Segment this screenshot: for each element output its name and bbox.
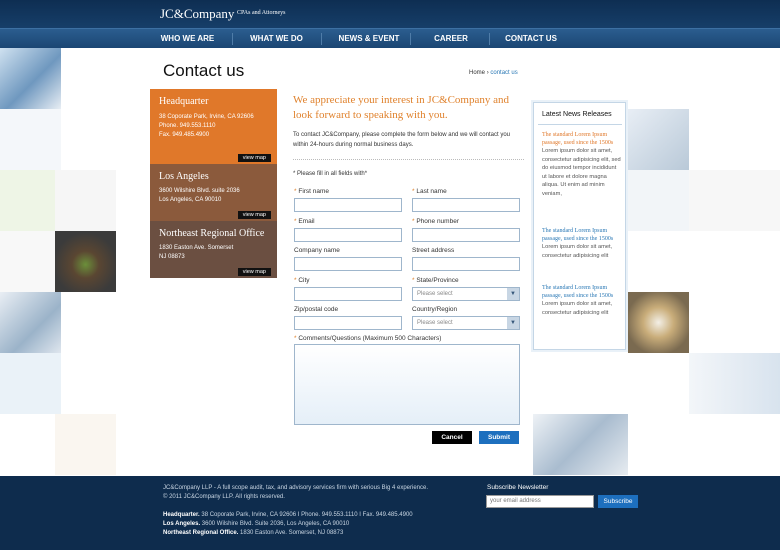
view-map-button[interactable]: view map	[237, 211, 271, 219]
city-label: * City	[294, 277, 310, 284]
first-name-input[interactable]	[294, 198, 402, 212]
footer-ne: Northeast Regional Office. 1830 Easton A…	[163, 530, 344, 536]
location-northeast: Northeast Regional Office 1830 Easton Av…	[150, 221, 277, 278]
location-fax: Fax. 949.485.4900	[159, 132, 210, 138]
meeting-photo	[628, 109, 689, 170]
required-note: * Please fill in all fields with*	[293, 171, 368, 177]
breadcrumb: Home › contact us	[469, 70, 518, 76]
smiling-woman-photo	[689, 353, 780, 414]
hands-plant-photo	[55, 231, 116, 292]
country-select[interactable]: Please select ▼	[412, 316, 520, 330]
location-address: 3600 Wilshire Blvd. suite 2036	[159, 188, 240, 194]
location-los-angeles: Los Angeles 3600 Wilshire Blvd. suite 20…	[150, 164, 277, 221]
news-item-body: Lorem ipsum dolor sit amet, consectetur …	[542, 148, 621, 197]
state-label: * State/Province	[412, 277, 459, 284]
view-map-button[interactable]: view map	[237, 154, 271, 162]
breadcrumb-current: contact us	[490, 70, 518, 76]
news-panel: Latest News Releases The standard Lorem …	[533, 102, 626, 350]
submit-button[interactable]: Submit	[479, 431, 519, 444]
location-name: Northeast Regional Office	[159, 228, 265, 239]
zip-label: Zip/postal code	[294, 306, 339, 313]
subscribe-email-input[interactable]: your email address	[486, 495, 594, 508]
view-map-button[interactable]: view map	[237, 268, 271, 276]
news-item: The standard Lorem Ipsum passage, used s…	[542, 227, 622, 260]
news-item-title[interactable]: The standard Lorem Ipsum passage, used s…	[542, 227, 622, 243]
location-name: Los Angeles	[159, 171, 209, 182]
comments-textarea[interactable]	[294, 344, 520, 425]
news-item-body: Lorem ipsum dolor sit amet, consectetur …	[542, 244, 613, 259]
first-name-label: * First name	[294, 188, 330, 195]
main-nav: WHO WE ARE WHAT WE DO NEWS & EVENT CAREE…	[0, 28, 780, 48]
footer: JC&Company LLP - A full scope audit, tax…	[0, 476, 780, 550]
state-select[interactable]: Please select ▼	[412, 287, 520, 301]
location-city: NJ 08873	[159, 254, 185, 260]
company-input[interactable]	[294, 257, 402, 271]
location-address: 38 Coporate Park, Irvine, CA 92606	[159, 114, 254, 120]
divider	[538, 124, 622, 125]
nav-career[interactable]: CAREER	[412, 29, 490, 49]
email-input[interactable]	[294, 228, 402, 242]
divider	[293, 159, 524, 160]
page-title: Contact us	[163, 61, 245, 80]
location-name: Headquarter	[159, 96, 209, 107]
subscribe-label: Subscribe Newsletter	[487, 484, 549, 491]
location-phone: Phone. 949.553.1110	[159, 123, 216, 129]
country-label: Country/Region	[412, 306, 458, 313]
footer-la: Los Angeles. 3600 Wilshire Blvd. Suite 2…	[163, 521, 350, 527]
chevron-down-icon: ▼	[507, 317, 519, 329]
last-name-input[interactable]	[412, 198, 520, 212]
business-person-photo	[0, 292, 61, 353]
nav-divider	[232, 33, 233, 45]
nav-divider	[321, 33, 322, 45]
globe-in-hand-photo	[628, 292, 689, 353]
zip-input[interactable]	[294, 316, 402, 330]
news-item: The standard Lorem Ipsum passage, used s…	[542, 131, 622, 198]
breadcrumb-separator: ›	[486, 70, 489, 76]
nav-divider	[489, 33, 490, 45]
news-title: Latest News Releases	[542, 111, 612, 118]
document-photo	[0, 48, 61, 109]
nav-contact-us[interactable]: CONTACT US	[491, 29, 571, 49]
phone-input[interactable]	[412, 228, 520, 242]
last-name-label: * Last name	[412, 188, 447, 195]
city-input[interactable]	[294, 287, 402, 301]
news-item-title[interactable]: The standard Lorem Ipsum passage, used s…	[542, 131, 622, 147]
logo[interactable]: JC&Company	[160, 6, 234, 22]
footer-hq: Headquarter. 38 Coporate Park, Irvine, C…	[163, 512, 413, 518]
company-label: Company name	[294, 247, 340, 254]
street-input[interactable]	[412, 257, 520, 271]
news-item-body: Lorem ipsum dolor sit amet, consectetur …	[542, 301, 613, 316]
nav-who-we-are[interactable]: WHO WE ARE	[145, 29, 230, 49]
breadcrumb-home[interactable]: Home	[469, 70, 485, 76]
news-item-title[interactable]: The standard Lorem Ipsum passage, used s…	[542, 284, 622, 300]
chevron-down-icon: ▼	[507, 288, 519, 300]
tagline: CPAs and Attorneys	[237, 10, 286, 16]
intro-heading: We appreciate your interest in JC&Compan…	[293, 94, 509, 121]
street-label: Street address	[412, 247, 455, 254]
location-address: 1830 Easton Ave. Somerset	[159, 245, 234, 251]
phone-label: * Phone number	[412, 218, 459, 225]
nav-news-event[interactable]: NEWS & EVENT	[323, 29, 415, 49]
news-item: The standard Lorem Ipsum passage, used s…	[542, 284, 622, 317]
subscribe-button[interactable]: Subscribe	[598, 495, 638, 508]
handshake-photo	[533, 414, 628, 475]
nav-what-we-do[interactable]: WHAT WE DO	[234, 29, 319, 49]
location-city: Los Angeles, CA 90010	[159, 197, 222, 203]
top-bar: JC&Company CPAs and Attorneys	[0, 0, 780, 28]
footer-description: JC&Company LLP - A full scope audit, tax…	[163, 485, 429, 491]
location-headquarter: Headquarter 38 Coporate Park, Irvine, CA…	[150, 89, 277, 164]
nav-divider	[410, 33, 411, 45]
intro-text: To contact JC&Company, please complete t…	[293, 132, 510, 148]
email-label: * Email	[294, 218, 315, 225]
cancel-button[interactable]: Cancel	[432, 431, 472, 444]
footer-copyright: © 2011 JC&Company LLP. All rights reserv…	[163, 494, 285, 500]
comments-label: * Comments/Questions (Maximum 500 Charac…	[294, 335, 442, 342]
